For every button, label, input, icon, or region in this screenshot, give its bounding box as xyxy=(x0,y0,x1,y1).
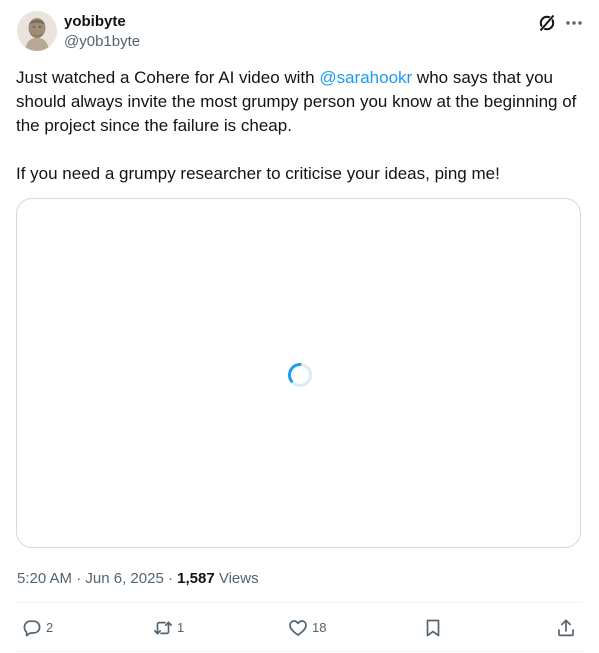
tweet-meta: 5:20 AM · Jun 6, 2025 · 1,587 Views xyxy=(17,569,259,589)
reply-count: 2 xyxy=(46,620,54,635)
tweet-paragraph-2: If you need a grumpy researcher to criti… xyxy=(16,164,500,183)
like-button[interactable]: 18 xyxy=(288,616,326,640)
meta-separator: · xyxy=(163,570,178,587)
tweet-paragraph-1: Just watched a Cohere for AI video with … xyxy=(16,66,582,138)
tweet-text-prefix: Just watched a Cohere for AI video with xyxy=(16,68,320,87)
divider xyxy=(16,602,583,603)
bookmark-button[interactable] xyxy=(423,616,443,640)
tweet-card: yobibyte @y0b1byte Just watched a Cohere… xyxy=(0,0,599,653)
share-icon xyxy=(556,618,576,638)
meta-separator: · xyxy=(72,570,86,587)
author-name[interactable]: yobibyte xyxy=(64,12,126,32)
tweet-text: Just watched a Cohere for AI video with … xyxy=(16,66,582,186)
author-avatar[interactable] xyxy=(17,11,57,51)
media-container[interactable] xyxy=(16,198,581,548)
repost-icon xyxy=(153,618,173,638)
mention-link[interactable]: @sarahookr xyxy=(319,68,412,87)
tweet-time[interactable]: 5:20 AM xyxy=(17,570,72,587)
share-button[interactable] xyxy=(556,616,576,640)
reply-icon xyxy=(22,618,42,638)
like-count: 18 xyxy=(312,620,327,635)
repost-button[interactable]: 1 xyxy=(153,616,184,640)
reply-button[interactable]: 2 xyxy=(22,616,53,640)
loading-spinner-icon xyxy=(287,362,313,388)
grok-slash-icon[interactable] xyxy=(537,13,557,33)
tweet-date[interactable]: Jun 6, 2025 xyxy=(85,570,163,587)
repost-count: 1 xyxy=(177,620,185,635)
views-count: 1,587 xyxy=(177,570,215,587)
bookmark-icon xyxy=(423,618,443,638)
author-handle[interactable]: @y0b1byte xyxy=(64,32,140,52)
heart-icon xyxy=(288,618,308,638)
views-label: Views xyxy=(214,570,259,587)
bust-statue-avatar-icon xyxy=(17,11,57,51)
more-dots-icon[interactable] xyxy=(563,12,585,34)
bottom-divider xyxy=(16,651,583,652)
